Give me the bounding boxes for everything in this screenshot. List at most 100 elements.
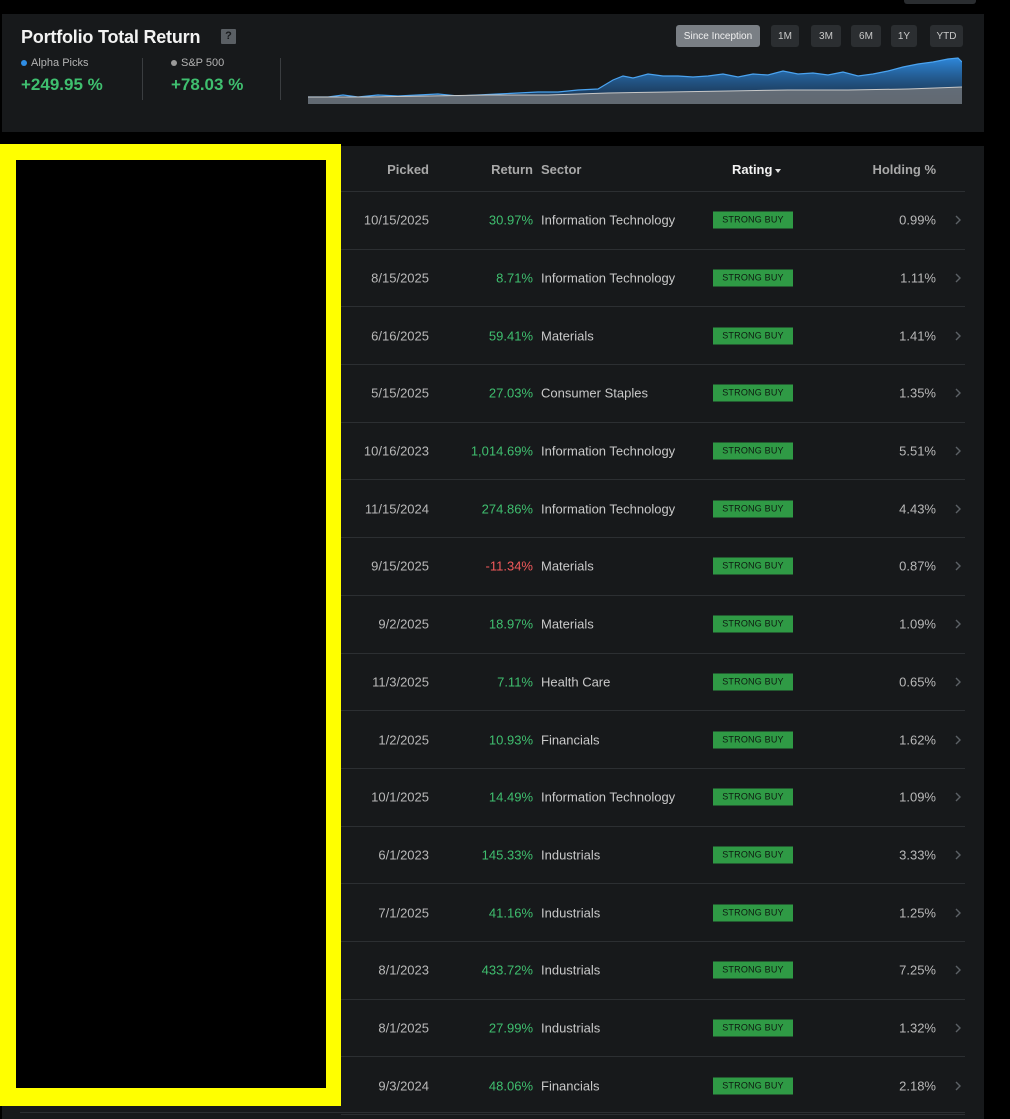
page-title: Portfolio Total Return	[21, 27, 201, 47]
sector-name: Industrials	[541, 847, 601, 863]
return-value: -11.34%	[485, 558, 533, 574]
range-6m-button[interactable]: 6M	[851, 25, 881, 47]
sector-name: Financials	[541, 1078, 600, 1094]
table-row[interactable]: 9/15/2025 -11.34% Materials STRONG BUY 0.87%	[341, 538, 965, 596]
chevron-right-icon[interactable]	[951, 1079, 965, 1093]
range-1m-button[interactable]: 1M	[771, 25, 799, 47]
table-row[interactable]: 8/1/2023 433.72% Industrials STRONG BUY 7.25…	[341, 942, 965, 1000]
metric-label: Alpha Picks	[31, 57, 89, 69]
picked-date: 11/15/2024	[364, 501, 429, 517]
picked-date: 11/3/2025	[372, 674, 429, 690]
sector-name: Health Care	[541, 674, 611, 690]
holding-percent: 0.65%	[899, 674, 936, 690]
chevron-right-icon[interactable]	[951, 444, 965, 458]
sector-name: Financials	[541, 732, 600, 748]
holding-percent: 0.87%	[899, 558, 936, 574]
rating-badge: STRONG BUY	[713, 557, 793, 575]
picked-date: 9/2/2025	[378, 616, 429, 632]
column-header-rating[interactable]: Rating	[732, 162, 782, 177]
chevron-right-icon[interactable]	[951, 906, 965, 920]
chevron-right-icon[interactable]	[951, 386, 965, 400]
holding-percent: 7.25%	[899, 962, 936, 978]
column-header-sector[interactable]: Sector	[541, 162, 581, 177]
table-row[interactable]: 1/2/2025 10.93% Financials STRONG BUY 1.62%	[341, 711, 965, 769]
table-row[interactable]: 10/15/2025 30.97% Information Technology ST…	[341, 192, 965, 250]
holding-percent: 0.99%	[899, 212, 936, 228]
metric-value: +249.95 %	[21, 75, 103, 94]
rating-badge: STRONG BUY	[713, 500, 793, 518]
rating-badge: STRONG BUY	[713, 1077, 793, 1095]
column-header-picked[interactable]: Picked	[387, 162, 429, 177]
table-bottom-divider	[20, 1112, 965, 1113]
chevron-right-icon[interactable]	[951, 963, 965, 977]
holdings-table-body: 10/15/2025 30.97% Information Technology ST…	[341, 192, 965, 1115]
table-row[interactable]: 8/1/2025 27.99% Industrials STRONG BUY 1.32%	[341, 1000, 965, 1058]
picked-date: 6/16/2025	[371, 328, 429, 344]
picked-date: 9/3/2024	[378, 1078, 429, 1094]
picked-date: 10/15/2025	[363, 212, 429, 228]
chevron-right-icon[interactable]	[951, 329, 965, 343]
chevron-right-icon[interactable]	[951, 271, 965, 285]
table-row[interactable]: 9/3/2024 48.06% Financials STRONG BUY 2.18%	[341, 1057, 965, 1115]
return-value: 30.97%	[488, 212, 533, 228]
chevron-right-icon[interactable]	[951, 559, 965, 573]
picked-date: 8/1/2023	[378, 962, 429, 978]
range-1y-button[interactable]: 1Y	[891, 25, 917, 47]
table-row[interactable]: 10/16/2023 1,014.69% Information Technolog…	[341, 423, 965, 481]
rating-badge: STRONG BUY	[713, 961, 793, 979]
table-row[interactable]: 8/15/2025 8.71% Information Technology STRO…	[341, 250, 965, 308]
sector-name: Materials	[541, 558, 594, 574]
alpha-picks-legend-dot	[21, 60, 27, 66]
metric-value: +78.03 %	[171, 75, 244, 94]
chevron-right-icon[interactable]	[951, 790, 965, 804]
portfolio-performance-card: Portfolio Total Return ? Alpha Picks +24…	[2, 14, 984, 132]
holding-percent: 3.33%	[899, 847, 936, 863]
top-toolbar-button[interactable]	[904, 0, 976, 4]
sector-name: Materials	[541, 328, 594, 344]
return-value: 433.72%	[481, 962, 533, 978]
table-row[interactable]: 9/2/2025 18.97% Materials STRONG BUY 1.09%	[341, 596, 965, 654]
return-value: 274.86%	[481, 501, 533, 517]
column-header-holding[interactable]: Holding %	[872, 162, 936, 177]
table-row[interactable]: 10/1/2025 14.49% Information Technology STR…	[341, 769, 965, 827]
chevron-right-icon[interactable]	[951, 675, 965, 689]
return-value: 10.93%	[488, 732, 533, 748]
return-value: 27.03%	[488, 385, 533, 401]
holding-percent: 1.35%	[899, 385, 936, 401]
column-header-rating-label: Rating	[732, 162, 773, 177]
return-value: 41.16%	[488, 905, 533, 921]
chevron-right-icon[interactable]	[951, 733, 965, 747]
table-row[interactable]: 6/16/2025 59.41% Materials STRONG BUY 1.41%	[341, 307, 965, 366]
range-ytd-button[interactable]: YTD	[930, 25, 963, 47]
rating-badge: STRONG BUY	[713, 846, 793, 864]
sector-name: Information Technology	[541, 501, 676, 517]
holding-percent: 1.32%	[899, 1020, 936, 1036]
table-row[interactable]: 5/15/2025 27.03% Consumer Staples STRONG BU…	[341, 365, 965, 423]
picked-date: 10/1/2025	[371, 789, 429, 805]
sector-name: Materials	[541, 616, 594, 632]
rating-badge: STRONG BUY	[713, 211, 793, 229]
table-row[interactable]: 6/1/2023 145.33% Industrials STRONG BUY 3.33…	[341, 827, 965, 885]
holding-percent: 5.51%	[899, 443, 936, 459]
picked-date: 6/1/2023	[378, 847, 429, 863]
holding-percent: 1.62%	[899, 732, 936, 748]
holding-percent: 1.25%	[899, 905, 936, 921]
help-icon[interactable]: ?	[221, 29, 236, 44]
metric-alpha-picks: Alpha Picks +249.95 %	[21, 57, 103, 95]
column-header-return[interactable]: Return	[491, 162, 533, 177]
return-value: 1,014.69%	[470, 443, 533, 459]
table-row[interactable]: 11/15/2024 274.86% Information Technology S…	[341, 480, 965, 539]
return-value: 14.49%	[488, 789, 533, 805]
chevron-right-icon[interactable]	[951, 848, 965, 862]
chevron-right-icon[interactable]	[951, 502, 965, 516]
range-since-inception-button[interactable]: Since Inception	[676, 25, 760, 47]
chevron-right-icon[interactable]	[951, 617, 965, 631]
chevron-right-icon[interactable]	[951, 213, 965, 227]
rating-badge: STRONG BUY	[713, 442, 793, 460]
chevron-right-icon[interactable]	[951, 1021, 965, 1035]
rating-badge: STRONG BUY	[713, 615, 793, 633]
holding-percent: 4.43%	[899, 501, 936, 517]
table-row[interactable]: 11/3/2025 7.11% Health Care STRONG BUY 0.65%	[341, 654, 965, 712]
range-3m-button[interactable]: 3M	[811, 25, 841, 47]
table-row[interactable]: 7/1/2025 41.16% Industrials STRONG BUY 1.25%	[341, 884, 965, 942]
